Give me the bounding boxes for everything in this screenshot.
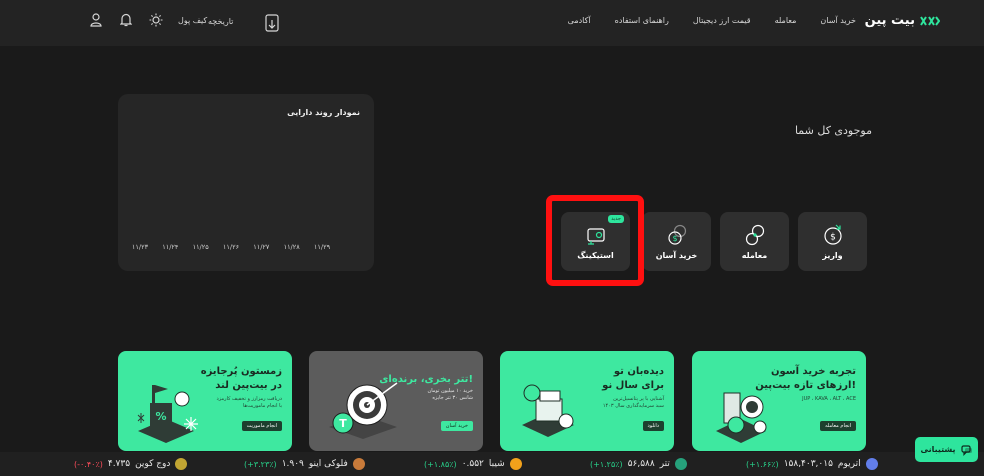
theme-sun-icon[interactable] xyxy=(148,12,164,28)
deposit-tile[interactable]: $ واریز xyxy=(798,212,867,271)
chat-bubble-icon xyxy=(960,444,972,456)
top-header: بیت پین خرید آسان معامله قیمت ارز دیجیتا… xyxy=(0,0,984,46)
header-left-tools: کیف پول xyxy=(88,12,207,28)
banner-title: دیده‌بان تو xyxy=(613,366,664,377)
banner-cta-button[interactable]: خرید آسان xyxy=(440,421,473,431)
nav-academy[interactable]: آکادمی xyxy=(568,16,591,25)
nav-easy-buy[interactable]: خرید آسان xyxy=(820,16,856,25)
banner-cta-button[interactable]: دانلود xyxy=(642,421,664,431)
x-tick-label: ۱۱/۲۹ xyxy=(314,243,331,251)
banner-title-line2: برای سال نو xyxy=(602,380,664,391)
x-tick-label: ۱۱/۲۷ xyxy=(253,243,270,251)
banner-subtitle: خرید ۱۰ میلیون تومان xyxy=(427,388,473,394)
svg-text:%: % xyxy=(155,410,166,423)
x-tick-label: ۱۱/۲۵ xyxy=(193,243,210,251)
banner-subtitle-line2: با انجام ماموریت‌ها xyxy=(242,403,282,409)
ethereum-coin-icon xyxy=(865,458,878,470)
ticker-change: (+۱.۸۵٪) xyxy=(424,459,457,469)
ticker-change: (+۱.۶۶٪) xyxy=(746,459,779,469)
wallet-link[interactable]: کیف پول xyxy=(178,16,207,25)
banner-cta-button[interactable]: انجام ماموریت xyxy=(241,421,282,431)
promo-banner-winter-prize[interactable]: زمستون پُرجایزه در بیت‌پین لند دریافت رم… xyxy=(118,351,292,451)
promo-banner-tether-prize[interactable]: تتر بخری، برنده‌ای! خرید ۱۰ میلیون تومان… xyxy=(309,351,483,451)
ticker-name: تتر xyxy=(659,459,670,469)
easy-buy-label: خرید آسان xyxy=(655,250,698,260)
easy-buy-tile[interactable]: $ خرید آسان xyxy=(642,212,711,271)
watchlist-illustration-icon xyxy=(522,384,574,437)
ticker-item-ethereum[interactable]: (+۱.۶۶٪) ۱۵۸,۴۰۳,۰۱۵ اتریوم xyxy=(746,458,878,470)
banner-title: تجربه خرید آسون xyxy=(771,366,856,377)
main-nav: خرید آسان معامله قیمت ارز دیجیتال راهنما… xyxy=(568,16,856,25)
ticker-item-dogecoin[interactable]: (-۰.۴۰٪) ۴.۷۳۵ دوج کوین xyxy=(74,458,188,470)
x-tick-label: ۱۱/۲۴ xyxy=(162,243,179,251)
ticker-price: ۴.۷۳۵ xyxy=(107,459,131,469)
asset-trend-chart-card: نمودار روند دارایی ۱۱/۲۳ ۱۱/۲۴ ۱۱/۲۵ ۱۱/۲۶ ۱… xyxy=(118,94,374,271)
trade-label: معامله xyxy=(741,250,768,260)
total-balance-title: موجودی کل شما xyxy=(794,124,872,137)
ticker-price: ۱۵۸,۴۰۳,۰۱۵ xyxy=(783,459,833,469)
history-link[interactable]: تاریخچه xyxy=(208,17,233,26)
x-tick-label: ۱۱/۲۸ xyxy=(284,243,301,251)
banner-title: زمستون پُرجایزه xyxy=(200,366,282,377)
trade-tile[interactable]: معامله xyxy=(720,212,789,271)
nav-trade[interactable]: معامله xyxy=(775,16,797,25)
banner-subtitle-line2: سبد سرمایه‌گذاری سال ۱۴۰۳ xyxy=(602,403,664,409)
x-tick-label: ۱۱/۲۶ xyxy=(223,243,239,251)
floki-coin-icon xyxy=(352,458,365,470)
price-ticker: (+۱.۶۶٪) ۱۵۸,۴۰۳,۰۱۵ اتریوم (+۱.۲۵٪) ۵۶,… xyxy=(0,452,984,476)
shiba-coin-icon xyxy=(509,458,522,470)
ticker-name: شیبا xyxy=(488,459,505,469)
ticker-change: (+۱.۲۵٪) xyxy=(590,459,623,469)
banner-subtitle-line2: شانس ۳۰ تتر جایزه xyxy=(432,395,473,401)
support-button[interactable]: پشتیبانی xyxy=(915,437,978,462)
dogecoin-coin-icon xyxy=(175,458,188,470)
banner-subtitle: آشنایی با پر پتانسیل‌ترین xyxy=(613,396,664,402)
banner-subtitle: دریافت رمزارز و تخفیف کارمزد xyxy=(216,396,282,402)
ticker-change: (+۳.۲۳٪) xyxy=(244,459,277,469)
ticker-item-tether[interactable]: (+۱.۲۵٪) ۵۶,۵۸۸ تتر xyxy=(590,458,687,470)
ticker-price: ۱.۹۰۹ xyxy=(281,459,304,469)
ticker-name: اتریوم xyxy=(837,459,861,469)
trade-icon xyxy=(745,224,764,245)
ticker-name: فلوکی اینو xyxy=(308,459,348,469)
promo-banner-new-coins[interactable]: تجربه خرید آسون ارزهای تازه بیت‌پین! JUP… xyxy=(692,351,866,451)
banner-cta-button[interactable]: انجام معامله xyxy=(820,421,856,431)
asset-trend-chart: ۱۱/۲۳ ۱۱/۲۴ ۱۱/۲۵ ۱۱/۲۶ ۱۱/۲۷ ۱۱/۲۸ ۱۱/۲۹ xyxy=(132,243,331,251)
x-tick-label: ۱۱/۲۳ xyxy=(132,243,149,251)
banner-title-line2: در بیت‌پین لند xyxy=(215,380,282,391)
support-label: پشتیبانی xyxy=(920,445,956,454)
logo-text: بیت پین xyxy=(864,13,915,28)
svg-text:$: $ xyxy=(672,234,677,243)
history-doc-icon[interactable] xyxy=(264,14,280,32)
profile-icon[interactable] xyxy=(88,12,104,28)
nav-guide[interactable]: راهنمای استفاده xyxy=(615,16,669,25)
easy-buy-icon: $ xyxy=(667,224,686,245)
logo[interactable]: بیت پین xyxy=(865,13,940,28)
banner-subtitle: JUP ، KAVA ، ALT ، ACE xyxy=(802,396,856,402)
tether-coin-icon xyxy=(674,458,687,470)
svg-text:$: $ xyxy=(830,232,836,242)
highlight-annotation-box xyxy=(546,195,644,286)
ticker-item-floki[interactable]: (+۳.۲۳٪) ۱.۹۰۹ فلوکی اینو xyxy=(244,458,365,470)
promo-banner-watchlist[interactable]: دیده‌بان تو برای سال نو آشنایی با پر پتا… xyxy=(500,351,674,451)
deposit-icon: $ xyxy=(823,224,842,245)
ticker-name: دوج کوین xyxy=(135,459,171,469)
ticker-price: ۵۶,۵۸۸ xyxy=(627,459,655,469)
target-tether-illustration-icon: T xyxy=(329,382,398,439)
svg-text:T: T xyxy=(339,417,347,430)
nav-crypto-prices[interactable]: قیمت ارز دیجیتال xyxy=(693,16,751,25)
ticker-change: (-۰.۴۰٪) xyxy=(74,459,103,469)
ticker-price: ۰.۵۵۲ xyxy=(461,459,484,469)
crypto-coins-illustration-icon xyxy=(716,392,767,443)
winter-prize-illustration-icon: % xyxy=(137,385,198,443)
ticker-item-shiba[interactable]: (+۱.۸۵٪) ۰.۵۵۲ شیبا xyxy=(424,458,522,470)
notification-bell-icon[interactable] xyxy=(118,12,134,28)
deposit-label: واریز xyxy=(822,250,843,260)
logo-mark-icon xyxy=(920,15,940,26)
